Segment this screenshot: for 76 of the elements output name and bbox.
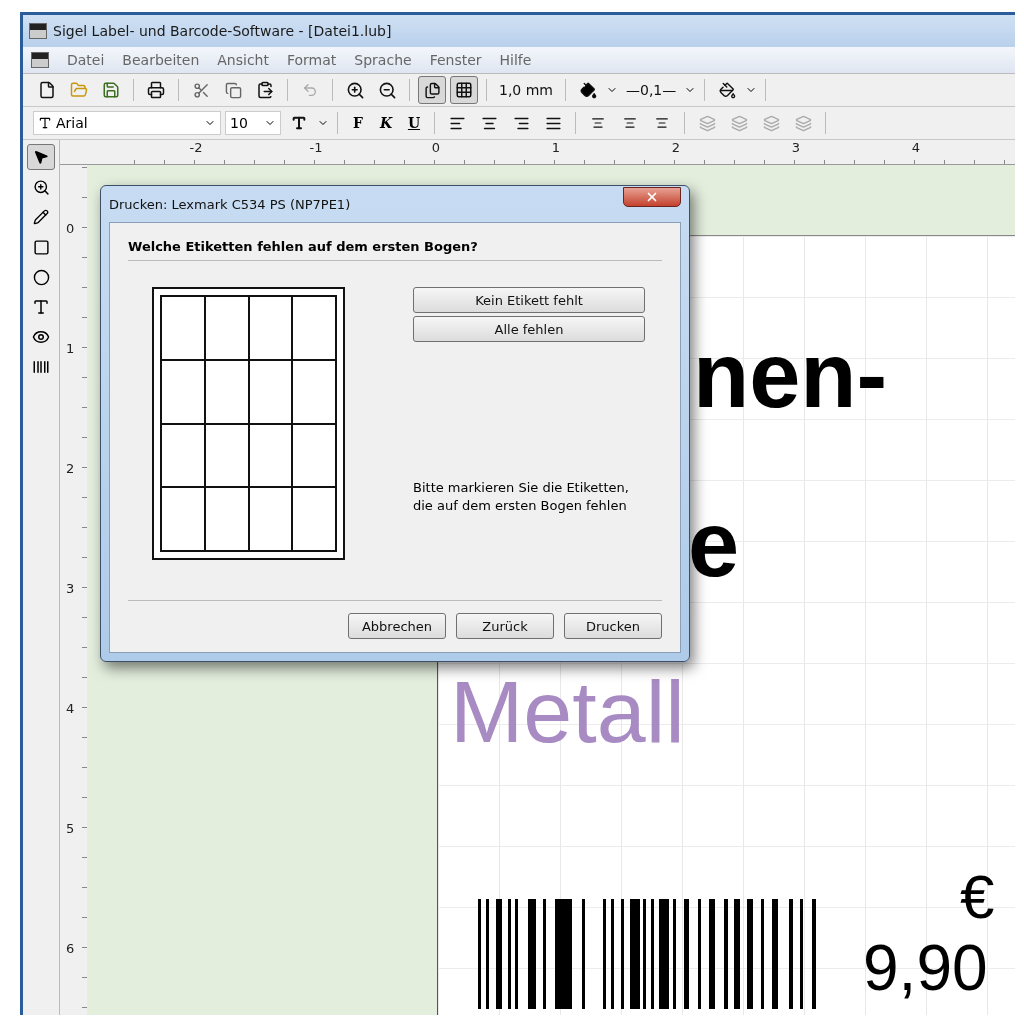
ruler-label: -1 (308, 140, 324, 157)
sheet-label[interactable] (204, 487, 249, 551)
sheet-label[interactable] (161, 359, 205, 424)
label-text: 9,90 (863, 936, 988, 1000)
sheet-label[interactable] (248, 423, 293, 488)
eye-icon (32, 328, 50, 346)
menu-item[interactable]: Hilfe (499, 52, 532, 68)
sheet-label[interactable] (292, 423, 336, 488)
sheet-label[interactable] (248, 359, 293, 424)
font-select[interactable]: Arial (33, 111, 221, 135)
font-icon (38, 116, 52, 130)
dialog-title: Drucken: Lexmark C534 PS (NP7PE1) (109, 196, 351, 212)
sheet-label[interactable] (292, 359, 336, 424)
ruler-label: 1 (65, 339, 76, 358)
dialog-question: Welche Etiketten fehlen auf dem ersten Bogen? (128, 239, 662, 261)
menu-item[interactable]: Ansicht (217, 52, 269, 68)
sheet-label[interactable] (204, 359, 249, 424)
pages-toggle[interactable] (418, 76, 446, 104)
pointer-tool[interactable] (27, 144, 55, 170)
sheet-label[interactable] (161, 423, 205, 488)
ellipse-icon (32, 268, 50, 286)
ruler-label: 4 (65, 699, 76, 718)
ruler-label: 3 (790, 140, 802, 157)
ruler-label: 0 (430, 140, 442, 157)
app-icon (29, 23, 47, 39)
grid-spacing-value[interactable]: 1,0 mm (495, 82, 557, 98)
dialog-button[interactable]: Zurück (456, 613, 554, 639)
menu-item[interactable]: Sprache (354, 52, 412, 68)
barcode-icon (32, 358, 50, 376)
sheet-option-button[interactable]: Alle fehlen (413, 316, 645, 342)
rectangle-icon (32, 238, 50, 256)
pointer-icon (33, 149, 49, 165)
ruler-label: 4 (910, 140, 922, 157)
sheet-label[interactable] (292, 487, 336, 551)
sheet-label[interactable] (161, 487, 205, 551)
zoom-icon (32, 178, 50, 196)
app-icon (31, 52, 49, 68)
sheet-label[interactable] (248, 487, 293, 551)
dialog-button[interactable]: Drucken (564, 613, 662, 639)
ruler-label: 5 (65, 819, 76, 838)
underline-button[interactable]: U (402, 115, 426, 131)
size-select[interactable]: 10 (225, 111, 281, 135)
ruler-label: 0 (65, 219, 76, 238)
ruler-label: 6 (65, 939, 76, 958)
menu-item[interactable]: Bearbeiten (122, 52, 200, 68)
label-text: Metall (450, 668, 685, 756)
line-width-value[interactable]: —0,1— (622, 82, 681, 98)
dialog-button[interactable]: Abbrechen (348, 613, 446, 639)
menu-item[interactable]: Datei (67, 52, 105, 68)
ruler-label: -2 (188, 140, 204, 157)
close-icon (645, 190, 659, 204)
grid-toggle[interactable] (450, 76, 478, 104)
close-button[interactable] (623, 187, 681, 207)
sheet-label[interactable] (204, 296, 249, 360)
label-text: nen- (693, 329, 888, 421)
sheet-option-button[interactable]: Kein Etikett fehlt (413, 287, 645, 313)
ruler-label: 3 (65, 579, 76, 598)
sheet-label[interactable] (161, 296, 205, 360)
menu-item[interactable]: Format (287, 52, 337, 68)
sheet-label[interactable] (204, 423, 249, 488)
ruler-label: 1 (550, 140, 562, 157)
menu-item[interactable]: Fenster (429, 52, 482, 68)
grid-icon (455, 81, 473, 99)
sheet-label[interactable] (292, 296, 336, 360)
pencil-icon (33, 209, 49, 225)
sheet-label[interactable] (248, 296, 293, 360)
ruler-label: 2 (65, 459, 76, 478)
pages-icon (423, 81, 441, 99)
label-text: e (688, 498, 740, 590)
text-icon (32, 298, 50, 316)
italic-button[interactable]: K (374, 115, 398, 131)
window-title: Sigel Label- und Barcode-Software - [Datei1.lub] (53, 23, 392, 39)
instruction-text: Bitte markieren Sie die Etiketten, die auf dem ersten Bogen fehlen (413, 479, 630, 515)
label-text: € (960, 866, 995, 928)
ruler-label: 2 (670, 140, 682, 157)
bold-button[interactable]: F (346, 115, 370, 131)
